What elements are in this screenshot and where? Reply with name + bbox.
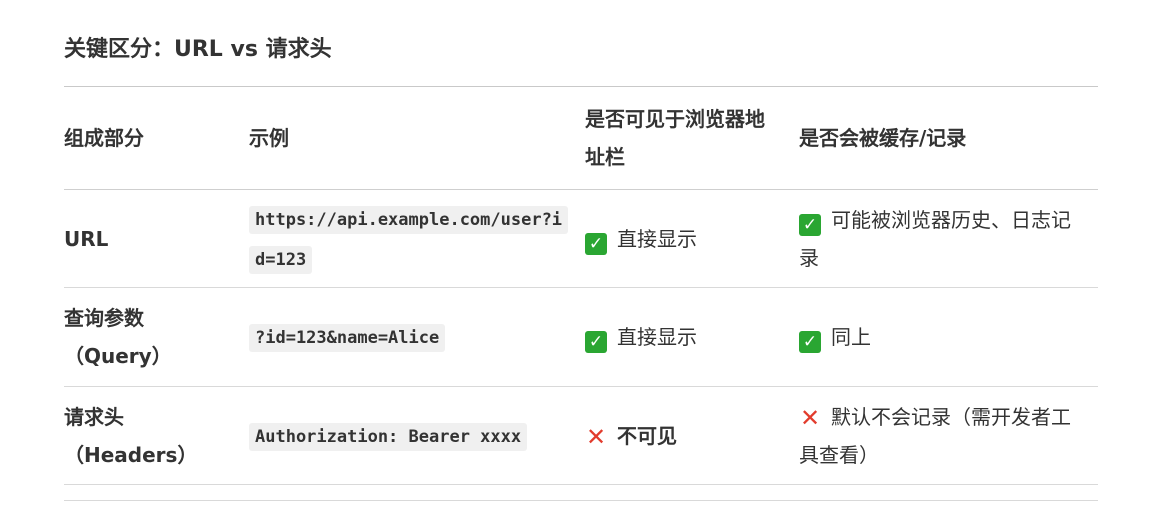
check-icon: ✓: [799, 213, 821, 236]
check-icon: ✓: [585, 232, 607, 255]
check-icon: ✓: [799, 331, 821, 353]
visible-text: 直接显示: [617, 325, 697, 349]
row-visible-cell: ✓ 直接显示: [585, 189, 799, 288]
cached-text: 可能被浏览器历史、日志记录: [799, 207, 1071, 270]
column-header-cached: 是否会被缓存/记录: [799, 86, 1098, 190]
table-row: 请求头 （Headers） Authorization: Bearer xxxx…: [64, 386, 1098, 485]
row-part-url: URL: [64, 189, 249, 288]
column-header-example: 示例: [249, 86, 585, 190]
comparison-table-wrapper: 组成部分 示例 是否可见于浏览器地址栏 是否会被缓存/记录 URL https:…: [64, 86, 1098, 485]
row-example-cell: Authorization: Bearer xxxx: [249, 386, 585, 485]
visible-text: 不可见: [617, 423, 677, 448]
code-example: Authorization: Bearer xxxx: [249, 422, 528, 451]
code-example: ?id=123&name=Alice: [249, 324, 446, 352]
row-part-headers: 请求头 （Headers）: [64, 386, 249, 485]
row-example-cell: ?id=123&name=Alice: [249, 287, 585, 387]
cross-icon: ✕: [585, 422, 607, 451]
bottom-divider: [64, 500, 1098, 501]
comparison-table: 组成部分 示例 是否可见于浏览器地址栏 是否会被缓存/记录 URL https:…: [64, 86, 1098, 485]
row-cached-cell: ✓ 可能被浏览器历史、日志记录: [799, 189, 1098, 288]
cross-icon: ✕: [799, 403, 821, 432]
table-header-row: 组成部分 示例 是否可见于浏览器地址栏 是否会被缓存/记录: [64, 86, 1098, 190]
table-row: URL https://api.example.com/user?id=123 …: [64, 189, 1098, 288]
code-example: https://api.example.com/user?id=123: [249, 205, 569, 274]
row-cached-cell: ✕ 默认不会记录（需开发者工具查看）: [799, 386, 1098, 485]
column-header-visible: 是否可见于浏览器地址栏: [585, 86, 799, 190]
column-header-part: 组成部分: [64, 86, 249, 190]
check-icon: ✓: [585, 331, 607, 353]
cached-text: 默认不会记录（需开发者工具查看）: [799, 404, 1071, 467]
row-part-query: 查询参数 （Query）: [64, 287, 249, 387]
section-heading: 关键区分：URL vs 请求头: [64, 37, 332, 62]
table-row: 查询参数 （Query） ?id=123&name=Alice ✓ 直接显示 ✓ 同…: [64, 287, 1098, 387]
cached-text: 同上: [831, 325, 871, 349]
row-example-cell: https://api.example.com/user?id=123: [249, 189, 585, 288]
row-visible-cell: ✓ 直接显示: [585, 287, 799, 387]
row-visible-cell: ✕ 不可见: [585, 386, 799, 485]
row-cached-cell: ✓ 同上: [799, 287, 1098, 387]
visible-text: 直接显示: [617, 226, 697, 251]
